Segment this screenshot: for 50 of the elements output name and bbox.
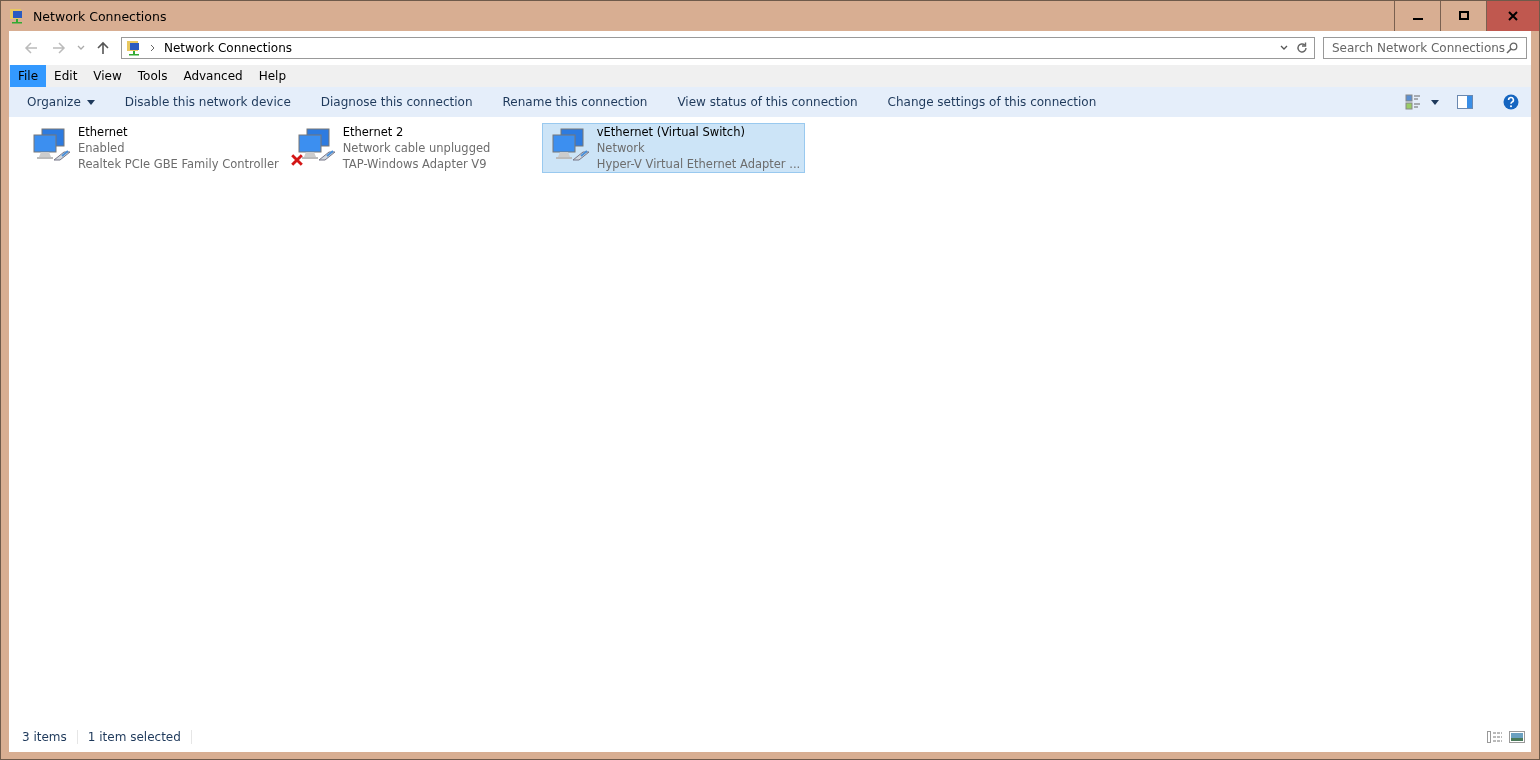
up-arrow-icon[interactable] [96,41,110,55]
adapter-name: Hyper-V Virtual Ethernet Adapter ... [596,156,801,172]
close-icon [1508,11,1518,21]
close-button[interactable] [1486,1,1539,31]
network-computers-icon [296,128,337,164]
network-computers-icon [550,128,591,164]
chevron-right-icon [150,44,156,52]
large-icons-view-icon[interactable] [1509,731,1525,743]
refresh-icon[interactable] [1296,42,1308,54]
connection-item[interactable]: vEthernet (Virtual Switch) Network Hyper-V Virtual Ethernet Adapter ... [541,123,806,173]
address-bar[interactable]: Network Connections [121,37,1315,59]
connection-name: vEthernet (Virtual Switch) [596,124,746,140]
menu-item[interactable]: View [85,65,130,87]
menu-item[interactable]: File [10,65,47,87]
dropdown-arrow-icon[interactable] [1431,99,1439,105]
connection-status: Network cable unplugged [342,140,491,156]
adapter-name: TAP-Windows Adapter V9 [342,156,488,172]
menu-item[interactable]: Tools [129,65,176,87]
minimize-icon [1412,18,1423,20]
window-title: Network Connections [33,8,167,24]
connection-name: Ethernet 2 [342,124,405,140]
command-button[interactable]: Disable this network device [116,95,299,109]
connection-item[interactable]: Ethernet Enabled Realtek PCIe GBE Family Controller [23,123,284,173]
connection-status: Network [596,140,646,156]
item-count: 3 items [22,730,78,744]
network-folder-icon [9,8,25,24]
view-options-icon[interactable] [1405,94,1421,110]
command-button[interactable]: View status of this connection [669,95,866,109]
network-computers-icon [32,128,72,164]
command-button[interactable]: Change settings of this connection [879,95,1105,109]
menu-item[interactable]: Advanced [175,65,251,87]
search-field[interactable]: Search Network Connections [1323,37,1527,59]
connection-item[interactable]: Ethernet 2 Network cable unplugged TAP-Windows Adapter V9 [287,123,538,173]
adapter-name: Realtek PCIe GBE Family Controller [78,156,279,172]
connection-status: Enabled [78,140,126,156]
command-button[interactable]: Organize [19,95,103,109]
menu-item[interactable]: Help [250,65,295,87]
connection-name: Ethernet [78,124,129,140]
network-folder-icon [126,40,142,56]
selection-count: 1 item selected [87,730,192,744]
command-button[interactable]: Diagnose this connection [312,95,481,109]
preview-pane-icon[interactable] [1457,94,1473,110]
chevron-down-icon[interactable] [1280,44,1288,52]
search-icon [1506,42,1518,54]
help-icon[interactable] [1503,94,1519,110]
maximize-icon [1458,11,1469,21]
address-path: Network Connections [164,41,293,55]
details-view-icon[interactable] [1487,731,1503,743]
menu-item[interactable]: Edit [46,65,86,87]
command-button[interactable]: Rename this connection [494,95,656,109]
